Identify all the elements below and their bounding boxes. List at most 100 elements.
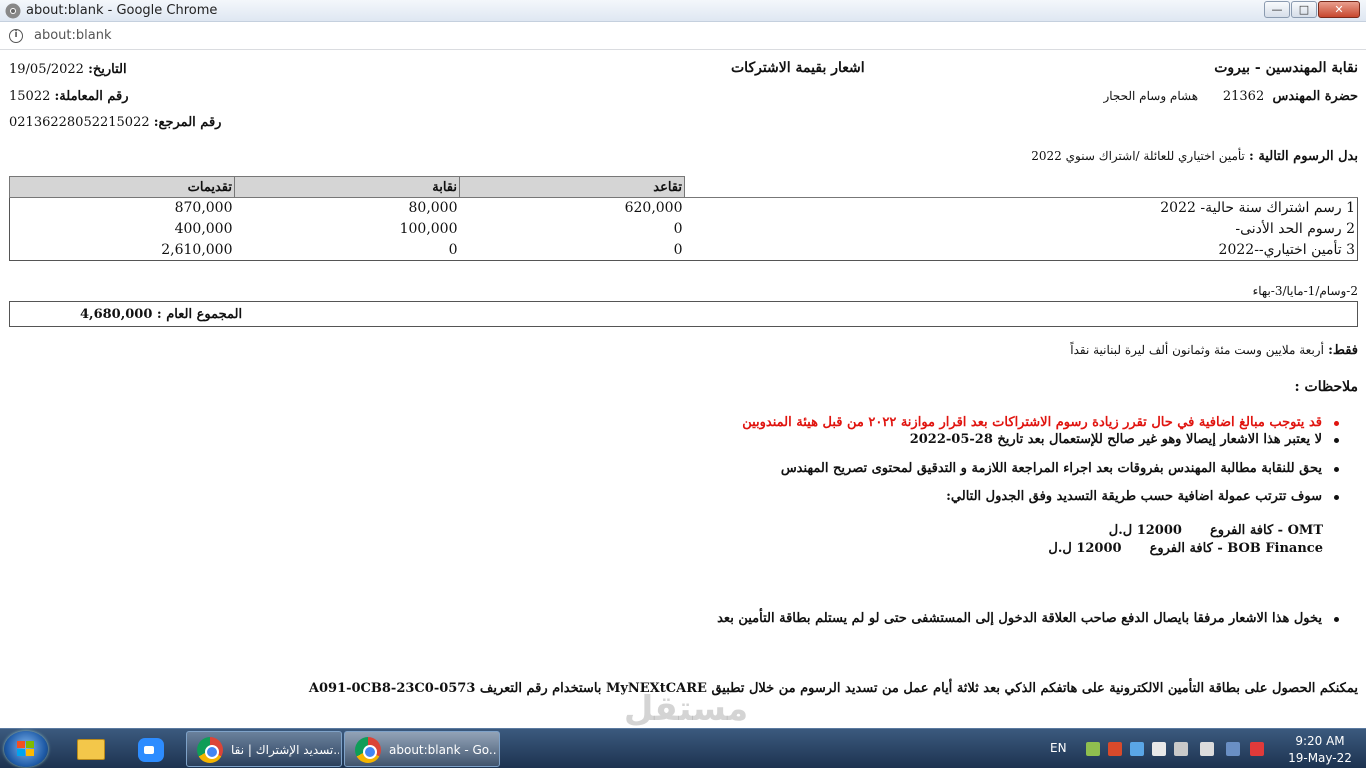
fees-intro: بدل الرسوم التالية : تأمين اختياري للعائ… — [1031, 149, 1358, 164]
tray-app-icon[interactable] — [1226, 742, 1240, 756]
notes-title: ملاحظات : — [1294, 379, 1358, 395]
url-text[interactable]: about:blank — [34, 28, 112, 43]
note-item: لا يعتبر هذا الاشعار إيصالا وهو غير صالح… — [909, 432, 1339, 447]
zoom-button[interactable] — [124, 732, 176, 766]
reference-value: 02136228052215022 — [9, 115, 150, 130]
note-item: قد يتوجب مبالغ اضافية في حال تقرر زيادة … — [742, 415, 1339, 430]
address-bar[interactable]: i about:blank — [0, 23, 1366, 50]
tray-app-icon[interactable] — [1152, 742, 1166, 756]
table-row: 400,000 100,000 0 2 رسوم الحد الأدنى- — [10, 219, 1358, 240]
cell-syndicate: 0 — [448, 241, 458, 258]
note-text: لا يعتبر هذا الاشعار إيصالا وهو غير صالح… — [909, 432, 1322, 447]
cell-benefits: 2,610,000 — [161, 241, 233, 258]
reference-line: رقم المرجع: 02136228052215022 — [9, 115, 221, 130]
total-line: المجموع العام : 4,680,000 — [80, 307, 242, 322]
payment-fee: 12000 ل.ل — [1048, 541, 1122, 556]
engineer-name: هشام وسام الحجار — [1103, 89, 1199, 103]
folder-icon — [77, 739, 105, 760]
note-item: يخول هذا الاشعار مرفقا بايصال الدفع صاحب… — [717, 611, 1339, 626]
cell-syndicate: 80,000 — [408, 200, 458, 217]
column-header-description — [684, 176, 1358, 198]
total-box: المجموع العام : 4,680,000 — [9, 301, 1358, 327]
zoom-icon — [138, 738, 164, 762]
engineer-label: حضرة المهندس — [1272, 89, 1358, 104]
taskbar-task-subscription[interactable]: تسديد الإشتراك | نقا... — [186, 731, 342, 767]
transaction-label: رقم المعاملة: — [54, 89, 129, 104]
chrome-icon — [355, 737, 381, 763]
volume-icon[interactable] — [1200, 742, 1214, 756]
cell-description: 3 تأمين اختياري--2022 — [1218, 241, 1355, 258]
total-label: المجموع العام : — [156, 307, 243, 322]
fees-label: بدل الرسوم التالية : — [1249, 149, 1358, 164]
table-row: 2,610,000 0 0 3 تأمين اختياري--2022 — [10, 240, 1358, 261]
column-header-benefits: تقديمات — [9, 176, 235, 198]
bullet-icon — [1334, 467, 1339, 472]
amount-words-value: أربعة ملايين وست مئة وثمانون ألف ليرة لب… — [1070, 343, 1324, 357]
task-label: about:blank - Go... — [389, 743, 497, 757]
tray-app-icon[interactable] — [1130, 742, 1144, 756]
cell-benefits: 400,000 — [174, 221, 233, 237]
windows-logo-icon — [17, 741, 35, 757]
cell-syndicate: 100,000 — [399, 221, 458, 237]
info-icon[interactable]: i — [9, 29, 23, 43]
reference-label: رقم المرجع: — [153, 115, 222, 130]
table-row: 870,000 80,000 620,000 1 رسم اشتراك سنة … — [10, 198, 1358, 219]
notice-title: اشعار بقيمة الاشتركات — [731, 60, 865, 76]
engineer-number: 21362 — [1222, 89, 1265, 104]
language-indicator[interactable]: EN — [1050, 741, 1067, 755]
fees-table: تقديمات نقابة تقاعد 870,000 80,000 620,0… — [9, 176, 1358, 261]
column-header-syndicate: نقابة — [234, 176, 460, 198]
table-header-row: تقديمات نقابة تقاعد — [9, 176, 1358, 198]
tray-app-icon[interactable] — [1086, 742, 1100, 756]
transaction-value: 15022 — [9, 89, 51, 104]
tray-app-icon[interactable] — [1108, 742, 1122, 756]
payment-fee: 12000 ل.ل — [1108, 523, 1182, 538]
bullet-icon — [1334, 421, 1339, 426]
payment-method: BOB Finance - كافة الفروع — [1149, 541, 1323, 556]
taskbar: تسديد الإشتراك | نقا... about:blank - Go… — [0, 728, 1366, 768]
taskbar-task-about-blank[interactable]: about:blank - Go... — [344, 731, 500, 767]
bullet-icon — [1334, 617, 1339, 622]
org-name: نقابة المهندسين - بيروت — [1214, 60, 1358, 76]
bullet-icon — [1334, 438, 1339, 443]
note-text: سوف تترتب عمولة اضافية حسب طريقة التسديد… — [946, 489, 1322, 504]
amount-in-words: فقط: أربعة ملايين وست مئة وثمانون ألف لي… — [1070, 343, 1358, 358]
bullet-icon — [1334, 495, 1339, 500]
clock-date: 19-May-22 — [1288, 751, 1352, 765]
payment-method: OMT - كافة الفروع — [1209, 523, 1323, 538]
cell-retirement: 0 — [673, 241, 683, 258]
note-item: سوف تترتب عمولة اضافية حسب طريقة التسديد… — [946, 489, 1339, 504]
minimize-button[interactable]: — — [1264, 1, 1290, 18]
chrome-icon — [197, 737, 223, 763]
note-text: قد يتوجب مبالغ اضافية في حال تقرر زيادة … — [742, 415, 1322, 430]
page-content: نقابة المهندسين - بيروت اشعار بقيمة الاش… — [0, 51, 1366, 749]
fees-value: تأمين اختياري للعائلة /اشتراك سنوي 2022 — [1031, 149, 1245, 163]
window-titlebar: about:blank - Google Chrome — □ ✕ — [0, 0, 1366, 22]
column-header-retirement: تقاعد — [459, 176, 685, 198]
transaction-line: رقم المعاملة: 15022 — [9, 89, 129, 104]
cell-description: 2 رسوم الحد الأدنى- — [1235, 221, 1355, 237]
maximize-button[interactable]: □ — [1291, 1, 1317, 18]
clock-time: 9:20 AM — [1295, 734, 1345, 748]
flag-icon[interactable] — [1250, 742, 1264, 756]
note-item: يحق للنقابة مطالبة المهندس بفروقات بعد ا… — [781, 461, 1339, 476]
date-line: التاريخ: 19/05/2022 — [9, 62, 127, 77]
engineer-line: حضرة المهندس 21362 هشام وسام الحجار — [1103, 89, 1358, 104]
window-title: about:blank - Google Chrome — [26, 3, 218, 18]
total-value: 4,680,000 — [80, 307, 153, 322]
note-text: يخول هذا الاشعار مرفقا بايصال الدفع صاحب… — [717, 611, 1322, 626]
payment-method-row: BOB Finance - كافة الفروع 12000 ل.ل — [1048, 541, 1323, 556]
file-explorer-button[interactable] — [64, 732, 116, 766]
chrome-icon — [5, 3, 21, 19]
close-button[interactable]: ✕ — [1318, 1, 1360, 18]
network-icon[interactable] — [1174, 742, 1188, 756]
amount-words-label: فقط: — [1328, 343, 1358, 358]
cell-benefits: 870,000 — [174, 200, 233, 217]
task-label: تسديد الإشتراك | نقا... — [231, 743, 339, 757]
cell-description: 1 رسم اشتراك سنة حالية- 2022 — [1160, 200, 1355, 217]
payment-method-row: OMT - كافة الفروع 12000 ل.ل — [1109, 523, 1323, 538]
insurance-card-info: يمكنكم الحصول على بطاقة التأمين الالكترو… — [308, 681, 1358, 696]
start-button[interactable] — [4, 731, 48, 767]
cell-retirement: 620,000 — [624, 200, 683, 217]
cell-retirement: 0 — [673, 221, 683, 237]
